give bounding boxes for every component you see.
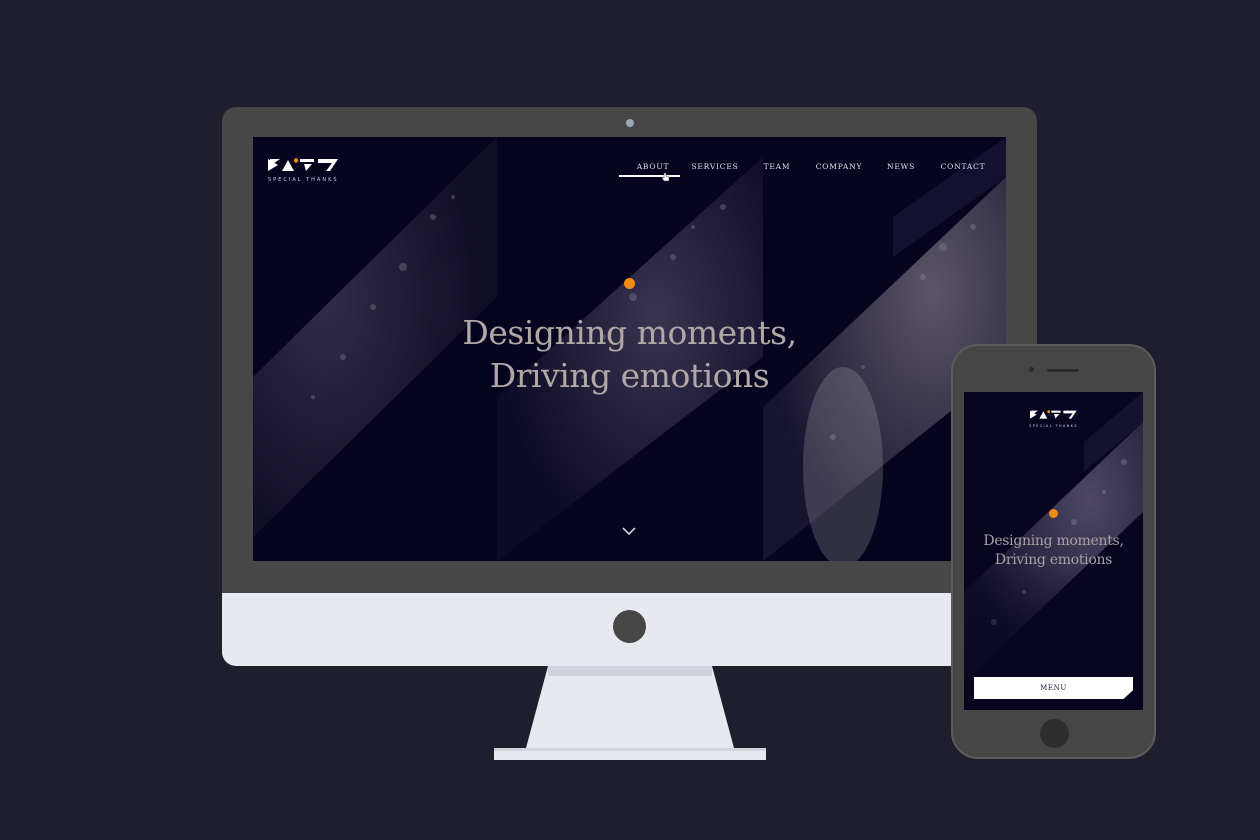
mobile-brand-logo — [1030, 410, 1077, 419]
nav-about[interactable]: ABOUT — [619, 162, 684, 177]
hero-headline: Designing moments, Driving emotions — [253, 311, 1006, 397]
brand-logo — [268, 158, 338, 171]
nav-team[interactable]: TEAM — [746, 162, 808, 171]
nav-contact[interactable]: CONTACT — [932, 162, 994, 171]
hero-line-1: Designing moments, — [462, 313, 797, 352]
mobile-brand-tagline: SPECIAL THANKS — [1029, 424, 1078, 428]
hero-line-2: Driving emotions — [489, 356, 770, 395]
nav-services[interactable]: SERVICES — [684, 162, 746, 171]
mobile-accent-dot — [1049, 509, 1058, 518]
nav-news[interactable]: NEWS — [870, 162, 932, 171]
monitor-power-button — [613, 610, 646, 643]
accent-dot — [624, 278, 635, 289]
nav-company[interactable]: COMPANY — [808, 162, 870, 171]
desktop-screen: SPECIAL THANKS ABOUT SERVICES TEAM COMPA… — [253, 137, 1006, 561]
phone-camera — [1029, 367, 1034, 372]
mobile-hero-line-2: Driving emotions — [994, 552, 1113, 568]
brand-tagline: SPECIAL THANKS — [268, 177, 339, 183]
mobile-menu-button[interactable]: MENU — [974, 677, 1133, 699]
phone-speaker — [1047, 369, 1079, 372]
mobile-hero-headline: Designing moments, Driving emotions — [964, 532, 1143, 570]
phone-home-button — [1040, 719, 1069, 748]
mobile-screen: SPECIAL THANKS Designing moments, Drivin… — [964, 392, 1143, 710]
monitor-stand — [494, 666, 766, 760]
mobile-hero-line-1: Designing moments, — [983, 533, 1124, 549]
chevron-down-icon[interactable] — [621, 526, 637, 536]
hand-cursor-icon — [661, 172, 670, 182]
monitor-camera — [626, 119, 634, 127]
main-nav: ABOUT SERVICES TEAM COMPANY NEWS CONTACT — [619, 162, 994, 177]
